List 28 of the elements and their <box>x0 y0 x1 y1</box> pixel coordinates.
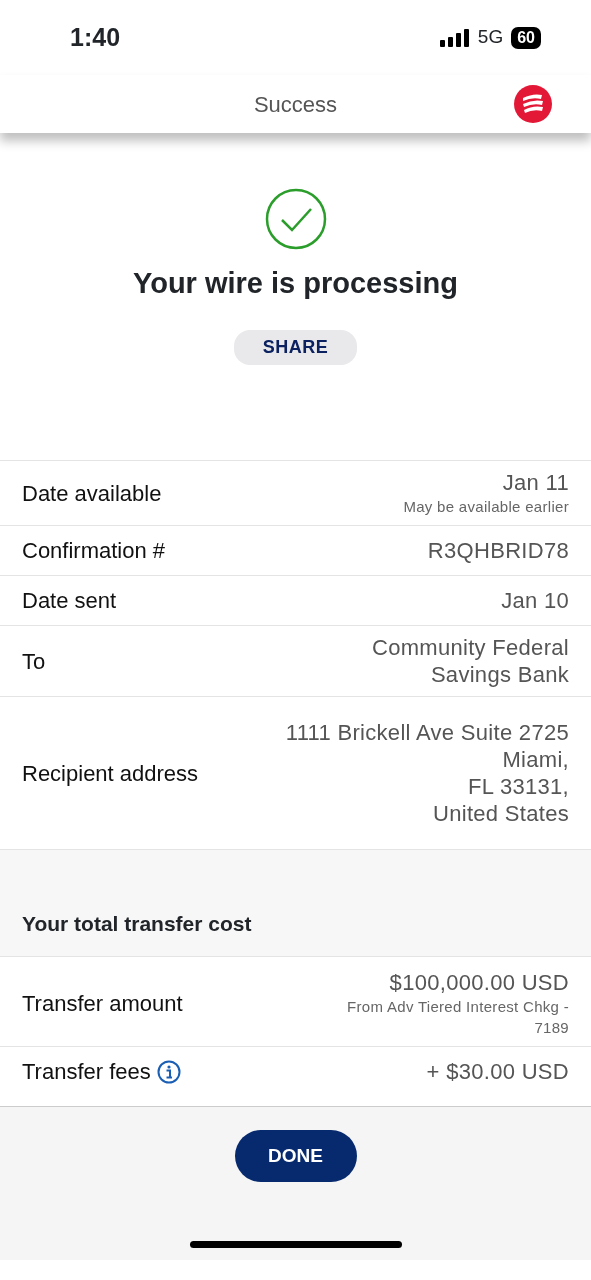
status-heading: Your wire is processing <box>133 266 458 301</box>
row-note: From Adv Tiered Interest Chkg - 7189 <box>347 997 569 1038</box>
page-title: Success <box>253 90 338 119</box>
row-label: Transfer amount <box>22 990 183 1018</box>
row-label: To <box>22 647 46 676</box>
row-value: Community Federal Savings Bank <box>371 634 569 688</box>
row-value: R3QHBRID78 <box>427 537 569 564</box>
row-value: $100,000.00 USD <box>389 969 569 996</box>
done-button[interactable]: DONE <box>234 1130 357 1182</box>
info-icon[interactable] <box>156 1059 181 1084</box>
row-value: 1111 Brickell Ave Suite 2725 Miami, FL 33131, United States <box>285 719 569 827</box>
row-label: Recipient address <box>22 759 199 788</box>
row-value: Jan 10 <box>501 587 569 614</box>
section-heading: Your total transfer cost <box>22 910 252 937</box>
signal-icon <box>439 28 470 47</box>
network-label: 5G <box>477 25 504 50</box>
row-label: Confirmation # <box>22 537 166 565</box>
share-button[interactable]: SHARE <box>233 329 358 365</box>
status-time: 1:40 <box>70 21 121 53</box>
row-value: Jan 11 <box>502 469 569 496</box>
logo-icon[interactable] <box>513 84 553 124</box>
row-label: Transfer fees <box>22 1058 151 1086</box>
row-label: Date available <box>22 479 162 508</box>
battery-indicator: 60 <box>511 26 541 49</box>
check-circle-icon <box>264 188 327 250</box>
row-label: Date sent <box>22 587 117 615</box>
row-value: + $30.00 USD <box>426 1058 569 1085</box>
row-note: May be available earlier <box>403 497 569 517</box>
